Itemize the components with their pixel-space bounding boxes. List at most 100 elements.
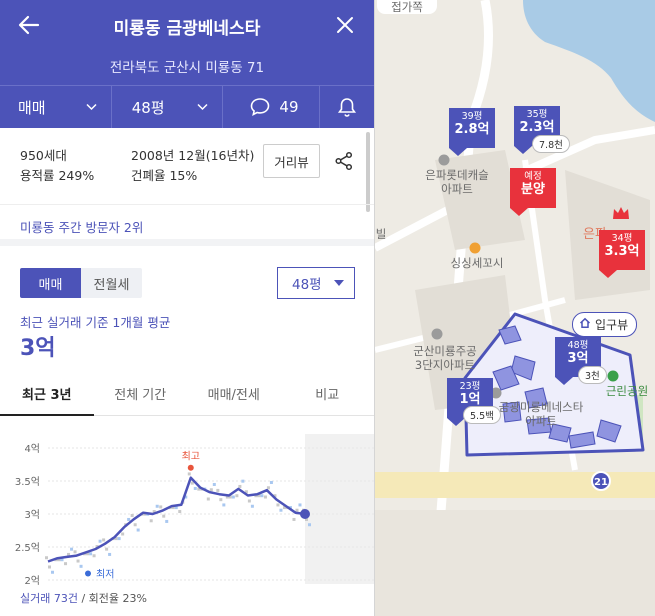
marker-size: 39평 xyxy=(461,111,483,122)
notification-button[interactable] xyxy=(320,86,374,128)
map-label-cafe: 싱싱세꼬시 xyxy=(450,256,504,270)
deal-type-label: 매매 xyxy=(18,98,46,117)
y-tick-label: 3.5억 xyxy=(15,476,40,488)
price-marker[interactable]: 39평 2.8억 xyxy=(449,104,495,156)
trade-dot xyxy=(133,523,137,527)
trade-dot xyxy=(79,564,83,568)
tab-compare[interactable]: 비교 xyxy=(281,372,375,415)
trade-dot xyxy=(187,472,191,476)
home-icon xyxy=(579,317,591,328)
price-marker[interactable]: 예정 분양 xyxy=(510,164,556,216)
recent-average-value: 3억 xyxy=(20,336,56,361)
street-view-button[interactable]: 거리뷰 xyxy=(263,144,320,178)
trade-dot xyxy=(247,499,251,503)
toggle-rent[interactable]: 전월세 xyxy=(81,268,142,298)
trade-dot xyxy=(73,550,77,554)
floor-area-ratio: 용적률 249% xyxy=(20,168,95,183)
trade-dot xyxy=(45,556,48,560)
visitor-rank[interactable]: 미룡동 주간 방문자 2위 xyxy=(0,204,374,246)
trade-count[interactable]: 실거래 73건 xyxy=(20,592,78,605)
marker-price: 3.3억 xyxy=(604,244,640,259)
toggle-sale[interactable]: 매매 xyxy=(20,268,81,298)
marker-pill: 7.8천 xyxy=(532,135,570,153)
building-coverage-ratio: 건폐율 15% xyxy=(131,168,198,183)
trade-dot xyxy=(121,532,125,536)
deal-type-dropdown[interactable]: 매매 xyxy=(0,86,112,128)
marker-size: 23평 xyxy=(459,381,481,392)
chevron-down-icon xyxy=(86,103,97,111)
tab-recent-3y[interactable]: 최근 3년 xyxy=(0,372,94,416)
tab-all-period[interactable]: 전체 기간 xyxy=(94,372,188,415)
price-chart[interactable]: 4억 3.5억 3억 2.5억 2억 최고 최저 xyxy=(0,430,375,590)
trade-dot xyxy=(241,479,245,483)
map-label-apt1-a: 은파롯데캐슬 xyxy=(425,168,489,182)
trade-dot xyxy=(219,498,223,502)
marker-box: 39평 2.8억 xyxy=(449,108,495,148)
map-label-apt3: 금광미룡베네스타 아파트 xyxy=(493,400,589,428)
map-view[interactable]: 21 접가쪽 빌 은파롯데캐슬 아파트 은파 싱싱세꼬시 군산미룡주공 3단지아… xyxy=(375,0,655,616)
trade-dot xyxy=(298,503,302,507)
low-point xyxy=(85,570,91,577)
trade-dot xyxy=(165,519,169,523)
marker-size: 예정 xyxy=(524,171,542,182)
map-label-apt3-a: 금광미룡베네스타 xyxy=(498,400,584,414)
map-canvas[interactable]: 21 xyxy=(375,0,655,616)
trade-dot xyxy=(127,517,131,521)
map-label-park: 근린공원 xyxy=(605,384,649,398)
map-label-apt2-b: 3단지아파트 xyxy=(414,358,476,372)
map-label-apt2-a: 군산미룡주공 xyxy=(413,344,477,358)
trade-dot xyxy=(105,547,109,551)
chart-footer: 실거래 73건 / 회전율 23% xyxy=(20,590,147,606)
map-label-top: 접가쪽 xyxy=(377,0,437,14)
high-label: 최고 xyxy=(182,451,200,463)
trade-dot xyxy=(206,497,210,501)
marker-box: 예정 분양 xyxy=(510,168,556,208)
trade-dot xyxy=(162,514,166,518)
marker-price: 2.8억 xyxy=(454,122,490,137)
size-label: 48평 xyxy=(131,98,165,117)
price-line xyxy=(47,476,306,563)
marker-pill: 5.5백 xyxy=(463,406,501,424)
chart-scatter xyxy=(45,472,311,574)
highway xyxy=(375,472,655,498)
price-marker[interactable]: 34평 3.3억 xyxy=(599,226,645,278)
page-title: 미룡동 금광베네스타 xyxy=(113,19,261,39)
comment-count: 49 xyxy=(279,98,299,116)
bell-icon xyxy=(338,98,357,117)
trade-dot xyxy=(178,510,182,514)
chevron-down-icon xyxy=(197,103,208,111)
marker-tail xyxy=(599,270,617,278)
route-number: 21 xyxy=(594,477,608,488)
trade-dot xyxy=(108,552,112,556)
trade-dot xyxy=(231,495,235,499)
trade-dot xyxy=(295,508,299,512)
period-tabs: 최근 3년 전체 기간 매매/전세 비교 xyxy=(0,372,374,416)
trade-dot xyxy=(130,514,134,517)
chart-y-ticks: 4억 3.5억 3억 2.5억 2억 xyxy=(15,443,40,587)
tab-sale-jeonse[interactable]: 매매/전세 xyxy=(187,372,281,415)
area-select[interactable]: 48평 xyxy=(277,267,355,299)
marker-pill: 3천 xyxy=(578,366,607,384)
complex-info: 950세대 2008년 12월(16년차) 용적률 249% 건폐율 15% 거… xyxy=(0,128,374,196)
built-year: 2008년 12월(16년차) xyxy=(131,148,255,163)
trade-dot xyxy=(279,508,283,512)
trade-dot xyxy=(155,504,159,508)
forecast-shade xyxy=(305,434,374,584)
y-tick-label: 4억 xyxy=(24,443,40,455)
trade-dot xyxy=(216,488,220,492)
comments-button[interactable]: 49 xyxy=(223,86,321,128)
high-point xyxy=(187,464,194,471)
size-dropdown[interactable]: 48평 xyxy=(112,86,224,128)
scrollbar[interactable] xyxy=(366,132,370,212)
share-icon[interactable] xyxy=(334,151,354,171)
trade-dot xyxy=(51,570,54,574)
trade-dot xyxy=(64,562,68,566)
trade-dot xyxy=(70,547,74,551)
y-tick-label: 2.5억 xyxy=(15,542,40,554)
map-label-apt3-b: 아파트 xyxy=(525,414,557,428)
restaurant-poi-icon xyxy=(469,242,481,254)
close-icon[interactable] xyxy=(332,12,358,38)
filter-bar: 매매 48평 49 xyxy=(0,85,374,128)
y-tick-label: 2억 xyxy=(24,575,40,587)
latest-point[interactable] xyxy=(300,509,310,519)
